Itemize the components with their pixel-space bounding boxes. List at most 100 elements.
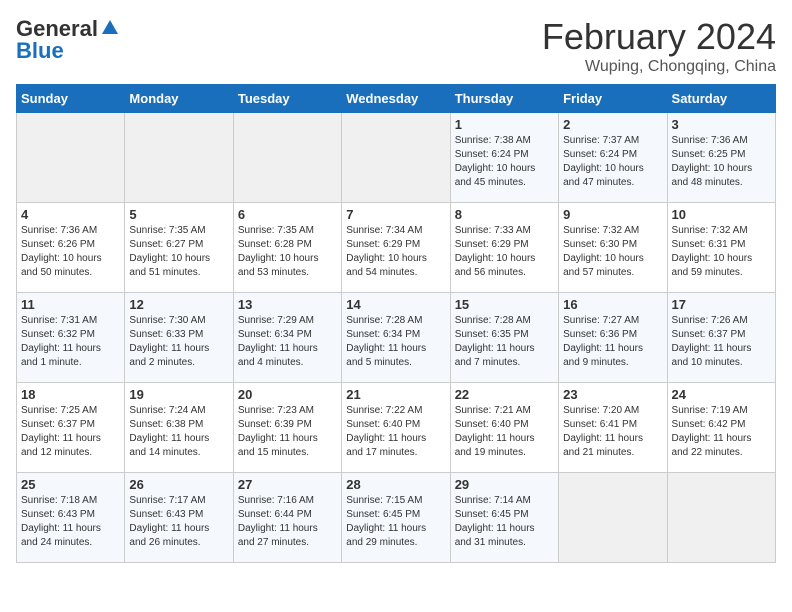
- calendar-cell: 4 Sunrise: 7:36 AM Sunset: 6:26 PM Daylig…: [17, 203, 125, 293]
- title-area: February 2024 Wuping, Chongqing, China: [542, 16, 776, 76]
- day-number: 13: [238, 297, 337, 312]
- month-title: February 2024: [542, 16, 776, 58]
- day-info: Sunrise: 7:28 AM Sunset: 6:35 PM Dayligh…: [455, 314, 554, 370]
- day-number: 14: [346, 297, 445, 312]
- header-day-tuesday: Tuesday: [233, 85, 341, 113]
- day-number: 8: [455, 207, 554, 222]
- day-number: 20: [238, 387, 337, 402]
- header-day-sunday: Sunday: [17, 85, 125, 113]
- day-number: 27: [238, 477, 337, 492]
- day-info: Sunrise: 7:33 AM Sunset: 6:29 PM Dayligh…: [455, 224, 554, 280]
- day-number: 6: [238, 207, 337, 222]
- day-number: 24: [672, 387, 771, 402]
- day-info: Sunrise: 7:20 AM Sunset: 6:41 PM Dayligh…: [563, 404, 662, 460]
- day-info: Sunrise: 7:24 AM Sunset: 6:38 PM Dayligh…: [129, 404, 228, 460]
- day-info: Sunrise: 7:35 AM Sunset: 6:28 PM Dayligh…: [238, 224, 337, 280]
- day-info: Sunrise: 7:30 AM Sunset: 6:33 PM Dayligh…: [129, 314, 228, 370]
- calendar-cell: 24 Sunrise: 7:19 AM Sunset: 6:42 PM Dayli…: [667, 383, 775, 473]
- day-number: 19: [129, 387, 228, 402]
- day-number: 23: [563, 387, 662, 402]
- day-number: 1: [455, 117, 554, 132]
- day-info: Sunrise: 7:14 AM Sunset: 6:45 PM Dayligh…: [455, 494, 554, 550]
- calendar-cell: [667, 473, 775, 563]
- calendar-cell: 8 Sunrise: 7:33 AM Sunset: 6:29 PM Daylig…: [450, 203, 558, 293]
- day-info: Sunrise: 7:25 AM Sunset: 6:37 PM Dayligh…: [21, 404, 120, 460]
- calendar-cell: 25 Sunrise: 7:18 AM Sunset: 6:43 PM Dayli…: [17, 473, 125, 563]
- day-info: Sunrise: 7:19 AM Sunset: 6:42 PM Dayligh…: [672, 404, 771, 460]
- calendar-cell: 15 Sunrise: 7:28 AM Sunset: 6:35 PM Dayli…: [450, 293, 558, 383]
- calendar-cell: 28 Sunrise: 7:15 AM Sunset: 6:45 PM Dayli…: [342, 473, 450, 563]
- day-number: 5: [129, 207, 228, 222]
- day-number: 2: [563, 117, 662, 132]
- day-number: 10: [672, 207, 771, 222]
- day-number: 15: [455, 297, 554, 312]
- day-info: Sunrise: 7:37 AM Sunset: 6:24 PM Dayligh…: [563, 134, 662, 190]
- day-info: Sunrise: 7:32 AM Sunset: 6:31 PM Dayligh…: [672, 224, 771, 280]
- calendar-cell: 18 Sunrise: 7:25 AM Sunset: 6:37 PM Dayli…: [17, 383, 125, 473]
- day-info: Sunrise: 7:22 AM Sunset: 6:40 PM Dayligh…: [346, 404, 445, 460]
- day-info: Sunrise: 7:29 AM Sunset: 6:34 PM Dayligh…: [238, 314, 337, 370]
- day-number: 9: [563, 207, 662, 222]
- calendar-cell: [559, 473, 667, 563]
- calendar-cell: 13 Sunrise: 7:29 AM Sunset: 6:34 PM Dayli…: [233, 293, 341, 383]
- calendar-cell: 2 Sunrise: 7:37 AM Sunset: 6:24 PM Daylig…: [559, 113, 667, 203]
- calendar-cell: 1 Sunrise: 7:38 AM Sunset: 6:24 PM Daylig…: [450, 113, 558, 203]
- calendar-cell: 12 Sunrise: 7:30 AM Sunset: 6:33 PM Dayli…: [125, 293, 233, 383]
- calendar-cell: 11 Sunrise: 7:31 AM Sunset: 6:32 PM Dayli…: [17, 293, 125, 383]
- logo-blue-text: Blue: [16, 38, 64, 64]
- day-info: Sunrise: 7:15 AM Sunset: 6:45 PM Dayligh…: [346, 494, 445, 550]
- header-day-saturday: Saturday: [667, 85, 775, 113]
- day-info: Sunrise: 7:32 AM Sunset: 6:30 PM Dayligh…: [563, 224, 662, 280]
- day-info: Sunrise: 7:26 AM Sunset: 6:37 PM Dayligh…: [672, 314, 771, 370]
- calendar-cell: 16 Sunrise: 7:27 AM Sunset: 6:36 PM Dayli…: [559, 293, 667, 383]
- day-number: 4: [21, 207, 120, 222]
- day-number: 28: [346, 477, 445, 492]
- calendar-week-row: 25 Sunrise: 7:18 AM Sunset: 6:43 PM Dayli…: [17, 473, 776, 563]
- header-day-friday: Friday: [559, 85, 667, 113]
- day-number: 3: [672, 117, 771, 132]
- day-number: 16: [563, 297, 662, 312]
- calendar-header-row: SundayMondayTuesdayWednesdayThursdayFrid…: [17, 85, 776, 113]
- calendar-cell: 19 Sunrise: 7:24 AM Sunset: 6:38 PM Dayli…: [125, 383, 233, 473]
- calendar-cell: 6 Sunrise: 7:35 AM Sunset: 6:28 PM Daylig…: [233, 203, 341, 293]
- calendar-cell: [125, 113, 233, 203]
- calendar-cell: 22Sunrise: 7:21 AM Sunset: 6:40 PM Dayli…: [450, 383, 558, 473]
- calendar-cell: 7Sunrise: 7:34 AM Sunset: 6:29 PM Daylig…: [342, 203, 450, 293]
- day-number: 25: [21, 477, 120, 492]
- day-number: 11: [21, 297, 120, 312]
- calendar-cell: 21 Sunrise: 7:22 AM Sunset: 6:40 PM Dayli…: [342, 383, 450, 473]
- day-info: Sunrise: 7:36 AM Sunset: 6:26 PM Dayligh…: [21, 224, 120, 280]
- day-number: 26: [129, 477, 228, 492]
- header-day-thursday: Thursday: [450, 85, 558, 113]
- calendar-cell: 9 Sunrise: 7:32 AM Sunset: 6:30 PM Daylig…: [559, 203, 667, 293]
- day-number: 17: [672, 297, 771, 312]
- header-day-monday: Monday: [125, 85, 233, 113]
- calendar-week-row: 11 Sunrise: 7:31 AM Sunset: 6:32 PM Dayli…: [17, 293, 776, 383]
- calendar-cell: 23 Sunrise: 7:20 AM Sunset: 6:41 PM Dayli…: [559, 383, 667, 473]
- calendar-cell: 26Sunrise: 7:17 AM Sunset: 6:43 PM Dayli…: [125, 473, 233, 563]
- header: General Blue February 2024 Wuping, Chong…: [16, 16, 776, 76]
- day-info: Sunrise: 7:38 AM Sunset: 6:24 PM Dayligh…: [455, 134, 554, 190]
- calendar-cell: 14 Sunrise: 7:28 AM Sunset: 6:34 PM Dayli…: [342, 293, 450, 383]
- calendar-cell: 20Sunrise: 7:23 AM Sunset: 6:39 PM Dayli…: [233, 383, 341, 473]
- calendar-week-row: 4 Sunrise: 7:36 AM Sunset: 6:26 PM Daylig…: [17, 203, 776, 293]
- header-day-wednesday: Wednesday: [342, 85, 450, 113]
- day-info: Sunrise: 7:31 AM Sunset: 6:32 PM Dayligh…: [21, 314, 120, 370]
- day-info: Sunrise: 7:28 AM Sunset: 6:34 PM Dayligh…: [346, 314, 445, 370]
- day-number: 12: [129, 297, 228, 312]
- calendar-week-row: 1 Sunrise: 7:38 AM Sunset: 6:24 PM Daylig…: [17, 113, 776, 203]
- logo: General Blue: [16, 16, 120, 64]
- day-number: 21: [346, 387, 445, 402]
- day-info: Sunrise: 7:18 AM Sunset: 6:43 PM Dayligh…: [21, 494, 120, 550]
- calendar-cell: [17, 113, 125, 203]
- day-info: Sunrise: 7:36 AM Sunset: 6:25 PM Dayligh…: [672, 134, 771, 190]
- day-number: 18: [21, 387, 120, 402]
- calendar-cell: [342, 113, 450, 203]
- calendar-table: SundayMondayTuesdayWednesdayThursdayFrid…: [16, 84, 776, 563]
- day-info: Sunrise: 7:27 AM Sunset: 6:36 PM Dayligh…: [563, 314, 662, 370]
- day-info: Sunrise: 7:16 AM Sunset: 6:44 PM Dayligh…: [238, 494, 337, 550]
- calendar-cell: 3 Sunrise: 7:36 AM Sunset: 6:25 PM Daylig…: [667, 113, 775, 203]
- day-number: 22: [455, 387, 554, 402]
- day-info: Sunrise: 7:34 AM Sunset: 6:29 PM Dayligh…: [346, 224, 445, 280]
- calendar-cell: 27 Sunrise: 7:16 AM Sunset: 6:44 PM Dayli…: [233, 473, 341, 563]
